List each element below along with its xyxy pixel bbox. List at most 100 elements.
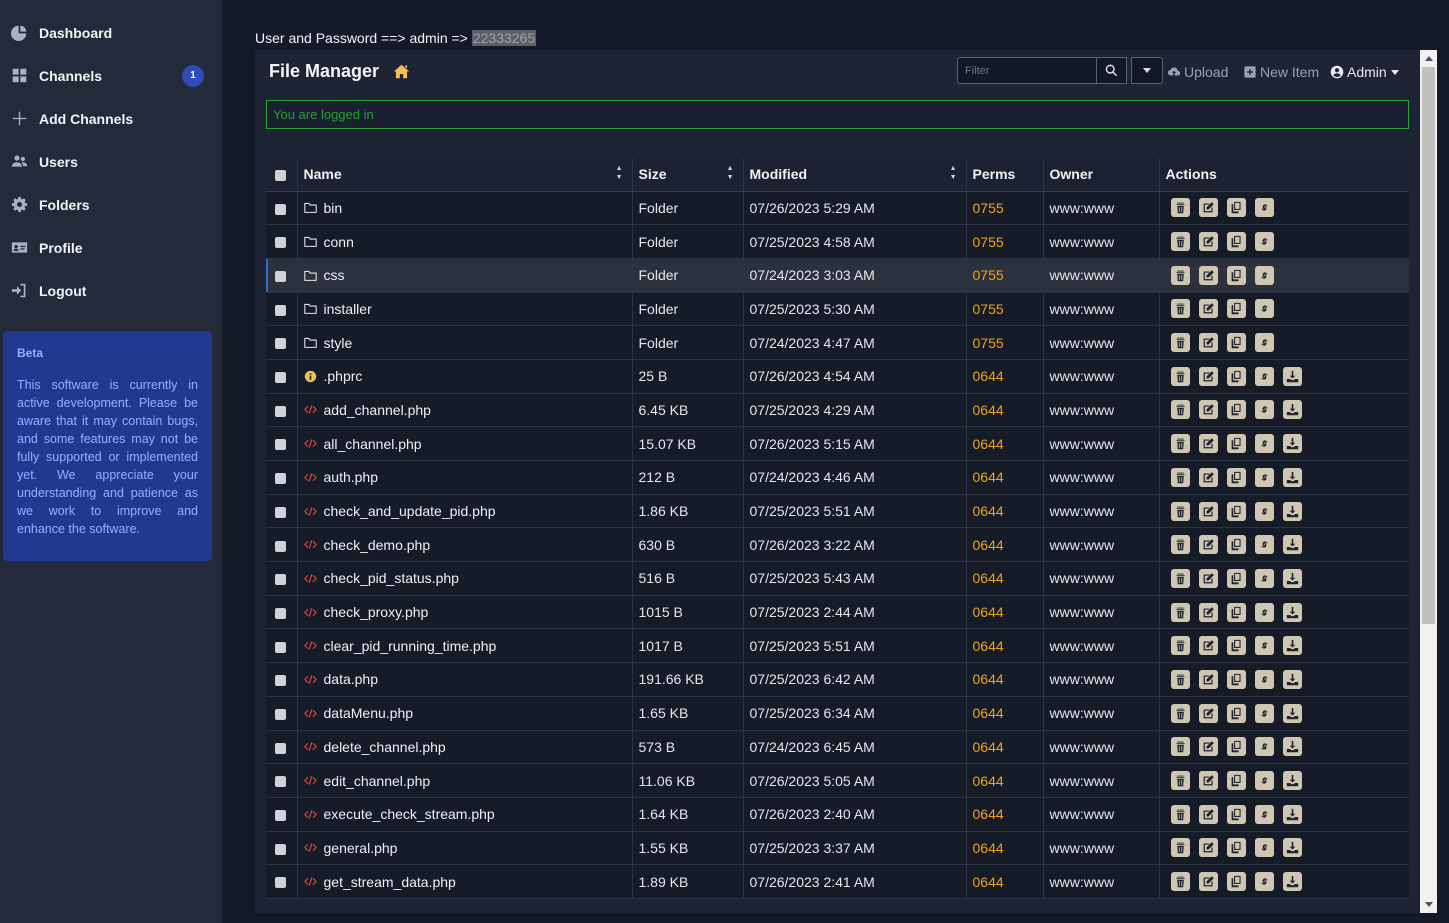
sidebar-item-users[interactable]: Users <box>0 140 222 183</box>
rename-button[interactable] <box>1198 737 1218 757</box>
perms-link[interactable]: 0644 <box>966 864 1044 899</box>
link-button[interactable] <box>1254 400 1274 420</box>
row-select-cell[interactable] <box>266 831 298 866</box>
copy-button[interactable] <box>1226 333 1246 353</box>
rename-button[interactable] <box>1198 602 1218 622</box>
table-row[interactable]: check_demo.php 630 B 07/26/2023 3:22 AM 064… <box>266 527 1409 563</box>
file-name-link[interactable]: check_and_update_pid.php <box>324 503 496 519</box>
download-button[interactable] <box>1282 366 1302 386</box>
table-row[interactable]: css Folder 07/24/2023 3:03 AM 0755 www:www <box>266 258 1409 293</box>
download-button[interactable] <box>1282 838 1302 858</box>
rename-button[interactable] <box>1198 467 1218 487</box>
delete-button[interactable] <box>1170 669 1190 689</box>
row-checkbox[interactable] <box>275 810 286 822</box>
row-select-cell[interactable] <box>266 527 298 563</box>
file-name-link[interactable]: style <box>324 335 353 351</box>
column-header-modified[interactable]: Modified <box>743 158 967 192</box>
delete-button[interactable] <box>1170 872 1190 892</box>
copy-button[interactable] <box>1226 737 1246 757</box>
file-name-link[interactable]: check_pid_status.php <box>324 570 459 586</box>
column-header-name[interactable]: Name <box>297 158 633 192</box>
download-button[interactable] <box>1282 434 1302 454</box>
row-select-cell[interactable] <box>266 763 298 798</box>
rename-button[interactable] <box>1198 703 1218 723</box>
delete-button[interactable] <box>1170 198 1190 218</box>
rename-button[interactable] <box>1198 838 1218 858</box>
delete-button[interactable] <box>1170 265 1190 285</box>
row-select-cell[interactable] <box>266 797 298 832</box>
link-button[interactable] <box>1254 771 1274 791</box>
row-checkbox[interactable] <box>275 271 286 283</box>
perms-link[interactable]: 0644 <box>966 831 1044 866</box>
row-checkbox[interactable] <box>275 338 286 350</box>
download-button[interactable] <box>1282 636 1302 656</box>
delete-button[interactable] <box>1170 838 1190 858</box>
row-select-cell[interactable] <box>266 662 298 697</box>
sidebar-item-dashboard[interactable]: Dashboard <box>0 11 222 54</box>
rename-button[interactable] <box>1198 333 1218 353</box>
row-checkbox[interactable] <box>275 742 286 754</box>
scroll-up-arrow[interactable] <box>1420 50 1437 67</box>
file-name-link[interactable]: clear_pid_running_time.php <box>324 638 497 654</box>
row-select-cell[interactable] <box>266 292 298 327</box>
row-checkbox[interactable] <box>275 877 286 889</box>
file-name-link[interactable]: check_demo.php <box>324 537 431 553</box>
perms-link[interactable]: 0644 <box>966 460 1044 495</box>
column-header-size[interactable]: Size <box>632 158 744 192</box>
row-checkbox[interactable] <box>275 574 286 586</box>
sidebar-item-logout[interactable]: Logout <box>0 269 222 312</box>
scroll-down-arrow[interactable] <box>1420 896 1437 913</box>
admin-menu[interactable]: Admin <box>1330 64 1399 80</box>
delete-button[interactable] <box>1170 703 1190 723</box>
scroll-thumb[interactable] <box>1422 67 1435 624</box>
copy-button[interactable] <box>1226 771 1246 791</box>
perms-link[interactable]: 0755 <box>966 292 1044 327</box>
rename-button[interactable] <box>1198 232 1218 252</box>
table-row[interactable]: check_and_update_pid.php 1.86 KB 07/25/202… <box>266 494 1409 529</box>
file-name-link[interactable]: add_channel.php <box>324 402 431 418</box>
table-row[interactable]: bin Folder 07/26/2023 5:29 AM 0755 www:www <box>266 191 1409 226</box>
sidebar-item-add-channels[interactable]: Add Channels <box>0 97 222 140</box>
sidebar-item-channels[interactable]: Channels 1 <box>0 54 222 97</box>
row-checkbox[interactable] <box>275 304 286 316</box>
download-button[interactable] <box>1282 872 1302 892</box>
row-checkbox[interactable] <box>275 439 286 451</box>
link-button[interactable] <box>1254 703 1274 723</box>
delete-button[interactable] <box>1170 535 1190 555</box>
table-row[interactable]: execute_check_stream.php 1.64 KB 07/26/202… <box>266 797 1409 832</box>
perms-link[interactable]: 0644 <box>966 696 1044 731</box>
delete-button[interactable] <box>1170 232 1190 252</box>
copy-button[interactable] <box>1226 299 1246 319</box>
row-select-cell[interactable] <box>266 595 298 630</box>
download-button[interactable] <box>1282 602 1302 622</box>
copy-button[interactable] <box>1226 501 1246 521</box>
perms-link[interactable]: 0644 <box>966 426 1044 461</box>
table-row[interactable]: installer Folder 07/25/2023 5:30 AM 0755 www… <box>266 292 1409 327</box>
table-row[interactable]: get_stream_data.php 1.89 KB 07/26/2023 2:4… <box>266 864 1409 899</box>
perms-link[interactable]: 0755 <box>966 258 1044 293</box>
rename-button[interactable] <box>1198 434 1218 454</box>
row-checkbox[interactable] <box>275 776 286 788</box>
link-button[interactable] <box>1254 872 1274 892</box>
file-name-link[interactable]: css <box>324 267 345 283</box>
copy-button[interactable] <box>1226 198 1246 218</box>
copy-button[interactable] <box>1226 265 1246 285</box>
copy-button[interactable] <box>1226 400 1246 420</box>
sidebar-item-profile[interactable]: Profile <box>0 226 222 269</box>
link-button[interactable] <box>1254 467 1274 487</box>
sidebar-item-folders[interactable]: Folders <box>0 183 222 226</box>
file-name-link[interactable]: all_channel.php <box>324 436 422 452</box>
column-header-perms[interactable]: Perms <box>966 158 1044 192</box>
row-checkbox[interactable] <box>275 675 286 687</box>
vertical-scrollbar[interactable] <box>1420 50 1437 913</box>
perms-link[interactable]: 0644 <box>966 527 1044 563</box>
copy-button[interactable] <box>1226 636 1246 656</box>
row-checkbox[interactable] <box>275 607 286 619</box>
link-button[interactable] <box>1254 602 1274 622</box>
link-button[interactable] <box>1254 434 1274 454</box>
file-name-link[interactable]: execute_check_stream.php <box>324 806 495 822</box>
rename-button[interactable] <box>1198 804 1218 824</box>
row-select-cell[interactable] <box>266 224 298 259</box>
row-select-cell[interactable] <box>266 561 298 596</box>
table-row[interactable]: check_proxy.php 1015 B 07/25/2023 2:44 AM 0… <box>266 595 1409 630</box>
